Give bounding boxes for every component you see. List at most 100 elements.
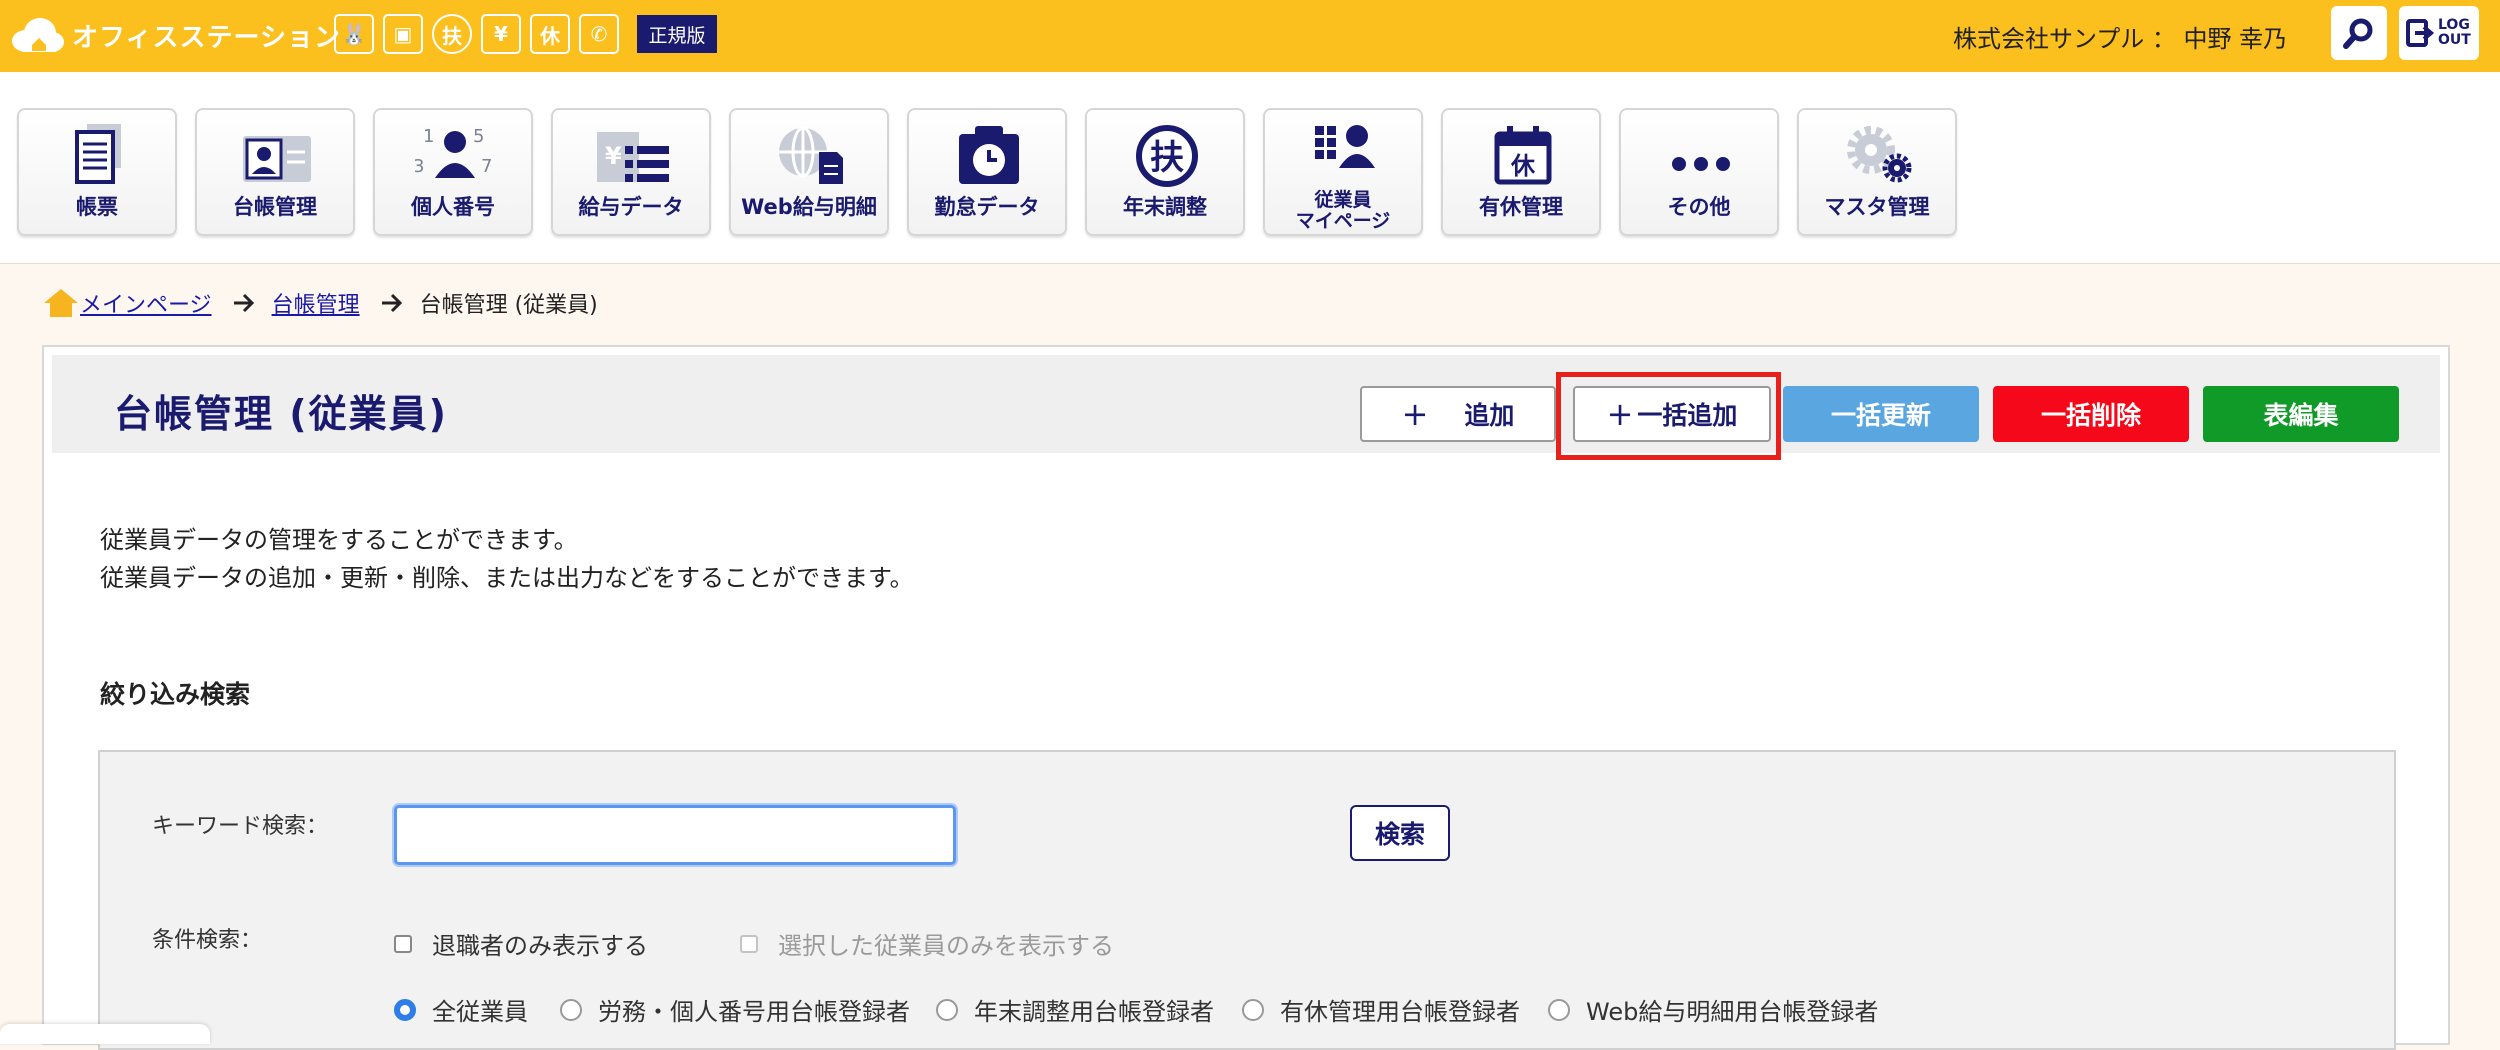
- phone-icon[interactable]: ✆: [579, 14, 619, 54]
- globe-doc-icon: [779, 126, 843, 184]
- bulk-update-button[interactable]: 一括更新: [1783, 386, 1979, 442]
- description-line: 従業員データの管理をすることができます。: [100, 526, 578, 554]
- home-icon[interactable]: [42, 287, 80, 319]
- employee-grid-icon: [1315, 125, 1375, 168]
- main-nav: 帳票 台帳管理 1 5 3 7 個人番号 ¥ 給与データ Web給与明細 勤怠デ…: [0, 72, 2500, 264]
- radio-label: 全従業員: [432, 998, 528, 1026]
- nav-tile-payroll-data[interactable]: ¥ 給与データ: [551, 108, 711, 236]
- radio-label: Web給与明細用台帳登録者: [1586, 998, 1879, 1026]
- cloud-logo-icon: [8, 15, 66, 55]
- bottom-left-tab: [0, 1024, 210, 1044]
- nav-tile-label: 年末調整: [1123, 195, 1207, 219]
- company-user-name: 株式会社サンプル ： 中野 幸乃: [1953, 25, 2288, 53]
- logout-button[interactable]: LOG OUT: [2399, 6, 2479, 60]
- svg-text:扶: 扶: [1150, 138, 1184, 178]
- nav-tile-master[interactable]: マスタ管理: [1797, 108, 1957, 236]
- add-button-label: 追加: [1464, 401, 1515, 430]
- nav-tile-paid-leave[interactable]: 休 有休管理: [1441, 108, 1601, 236]
- search-icon: [2343, 18, 2373, 49]
- nav-tile-label: Web給与明細: [741, 195, 877, 219]
- keyword-search-button[interactable]: 検索: [1350, 805, 1450, 861]
- logout-icon: [2406, 19, 2434, 47]
- description-line: 従業員データの追加・更新・削除、または出力などをすることができます。: [100, 564, 914, 592]
- condition-search-label: 条件検索：: [152, 928, 263, 953]
- nav-tile-label: マスタ管理: [1824, 195, 1930, 219]
- fu-circle-icon: 扶: [1136, 125, 1198, 187]
- filter-search-box: キーワード検索： 検索 条件検索： 退職者のみ表示する 選択した従業員のみを表示…: [98, 750, 2396, 1050]
- global-search-button[interactable]: [2331, 6, 2387, 60]
- clock-board-icon: [959, 126, 1019, 184]
- radio-button[interactable]: [1242, 998, 1264, 1021]
- nav-tile-label: 勤怠データ: [934, 195, 1040, 219]
- bulk-add-button[interactable]: + 一括追加: [1573, 386, 1771, 442]
- checkbox-box[interactable]: [394, 934, 412, 953]
- payroll-icon[interactable]: ¥: [481, 14, 521, 54]
- logout-label: LOG OUT: [2438, 17, 2471, 48]
- gears-icon: [1847, 126, 1912, 183]
- radio-button[interactable]: [936, 998, 958, 1021]
- svg-text:1: 1: [423, 126, 434, 147]
- breadcrumb-ledger-link[interactable]: 台帳管理: [272, 287, 360, 319]
- radio-button-selected[interactable]: [394, 998, 416, 1021]
- nav-tile-label: 給与データ: [578, 195, 684, 219]
- svg-text:7: 7: [481, 156, 492, 177]
- rabbit-icon[interactable]: 🐰: [334, 14, 374, 54]
- brand-logo[interactable]: オフィスステーション: [8, 12, 341, 58]
- page-title: 台帳管理 (従業員): [114, 392, 448, 436]
- radio-year-end[interactable]: 年末調整用台帳登録者: [936, 992, 1214, 1027]
- person-numbers-icon: 1 5 3 7: [415, 126, 492, 178]
- document-icon: [75, 124, 121, 184]
- plus-icon: +: [1401, 395, 1429, 433]
- breadcrumb-current: 台帳管理 (従業員): [419, 293, 598, 318]
- arrow-right-icon: [381, 293, 402, 313]
- svg-text:¥: ¥: [605, 142, 622, 170]
- nav-tile-label: 台帳管理: [233, 195, 317, 219]
- bulk-delete-button[interactable]: 一括削除: [1993, 386, 2189, 442]
- plus-icon: +: [1606, 395, 1634, 433]
- table-edit-button[interactable]: 表編集: [2203, 386, 2399, 442]
- nav-tile-employee-mypage[interactable]: 従業員 マイページ: [1263, 108, 1423, 236]
- edition-badge: 正規版: [637, 15, 717, 53]
- retired-only-checkbox[interactable]: 退職者のみ表示する: [394, 926, 648, 961]
- radio-button[interactable]: [560, 998, 582, 1021]
- radio-web-payslip[interactable]: Web給与明細用台帳登録者: [1548, 992, 1878, 1027]
- fu-icon[interactable]: 扶: [432, 14, 472, 54]
- add-button[interactable]: + 追加: [1360, 386, 1556, 442]
- radio-labor-mynumber[interactable]: 労務・個人番号用台帳登録者: [560, 992, 910, 1027]
- nav-tile-year-end[interactable]: 扶 年末調整: [1085, 108, 1245, 236]
- nav-tile-forms[interactable]: 帳票: [17, 108, 177, 236]
- nav-tile-ledger[interactable]: 台帳管理: [195, 108, 355, 236]
- checkbox-label: 退職者のみ表示する: [432, 932, 648, 960]
- keyword-search-input[interactable]: [394, 805, 956, 865]
- top-bar: オフィスステーション 🐰 ▣ 扶 ¥ 休 ✆ 正規版 株式会社サンプル ： 中野…: [0, 0, 2500, 72]
- nav-tile-label: 個人番号: [411, 195, 495, 219]
- svg-text:5: 5: [473, 126, 484, 147]
- radio-button[interactable]: [1548, 998, 1570, 1021]
- service-shortcuts: 🐰 ▣ 扶 ¥ 休 ✆: [334, 14, 619, 54]
- calendar-kyu-icon: 休: [1494, 126, 1552, 185]
- keyword-search-label: キーワード検索：: [152, 814, 329, 839]
- radio-paid-leave[interactable]: 有休管理用台帳登録者: [1242, 992, 1520, 1027]
- nav-tile-attendance[interactable]: 勤怠データ: [907, 108, 1067, 236]
- briefcase-icon[interactable]: ▣: [383, 14, 423, 54]
- payroll-icon: ¥: [597, 132, 669, 182]
- page-description: 従業員データの管理をすることができます。 従業員データの追加・更新・削除、または…: [100, 521, 914, 597]
- nav-tile-label: 従業員 マイページ: [1295, 189, 1391, 232]
- nav-tile-label: その他: [1667, 195, 1731, 219]
- radio-label: 年末調整用台帳登録者: [974, 998, 1214, 1026]
- breadcrumb-home-link[interactable]: メインページ: [80, 287, 212, 319]
- breadcrumb: メインページ 台帳管理 台帳管理 (従業員): [42, 286, 598, 320]
- panel-header: 台帳管理 (従業員) + 追加 + 一括追加 一括更新 一括削除 表編集: [52, 355, 2440, 460]
- filter-section-title: 絞り込み検索: [100, 680, 251, 709]
- dots-icon: [1672, 157, 1730, 171]
- radio-all-employees[interactable]: 全従業員: [394, 992, 528, 1027]
- nav-tile-web-payslip[interactable]: Web給与明細: [729, 108, 889, 236]
- nav-tile-others[interactable]: その他: [1619, 108, 1779, 236]
- svg-text:3: 3: [415, 156, 424, 177]
- radio-label: 労務・個人番号用台帳登録者: [598, 998, 910, 1026]
- selected-only-checkbox: 選択した従業員のみを表示する: [740, 926, 1114, 961]
- kyu-icon[interactable]: 休: [530, 14, 570, 54]
- svg-text:休: 休: [1510, 152, 1536, 180]
- checkbox-label: 選択した従業員のみを表示する: [778, 932, 1114, 960]
- nav-tile-my-number[interactable]: 1 5 3 7 個人番号: [373, 108, 533, 236]
